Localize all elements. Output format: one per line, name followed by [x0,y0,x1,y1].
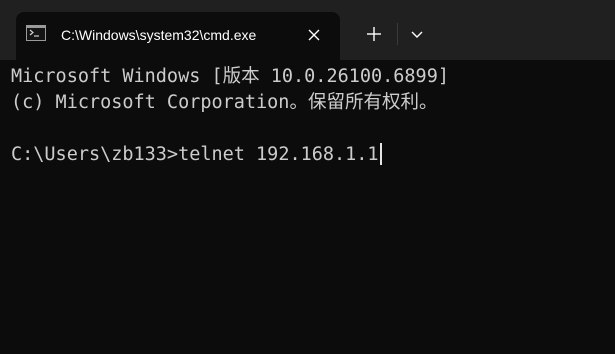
output-line: Microsoft Windows [版本 10.0.26100.6899] [11,66,449,87]
tab-bar: C:\Windows\system32\cmd.exe [0,0,615,60]
terminal-output[interactable]: Microsoft Windows [版本 10.0.26100.6899] (… [0,60,615,354]
plus-icon[interactable] [360,20,388,48]
tab-cmd[interactable]: C:\Windows\system32\cmd.exe [16,12,340,60]
chevron-down-icon[interactable] [403,20,431,48]
prompt: C:\Users\zb133> [11,144,179,165]
terminal-icon [26,25,46,41]
output-line: (c) Microsoft Corporation。保留所有权利。 [11,92,438,113]
command-input[interactable]: telnet 192.168.1.1 [178,144,378,165]
tab-separator [397,23,398,45]
close-icon[interactable] [302,23,326,47]
tab-title: C:\Windows\system32\cmd.exe [61,27,257,43]
command-line[interactable]: C:\Users\zb133>telnet 192.168.1.1 [11,142,382,168]
terminal-window: C:\Windows\system32\cmd.exe Microsoft Wi… [0,0,615,354]
text-cursor [379,143,382,165]
